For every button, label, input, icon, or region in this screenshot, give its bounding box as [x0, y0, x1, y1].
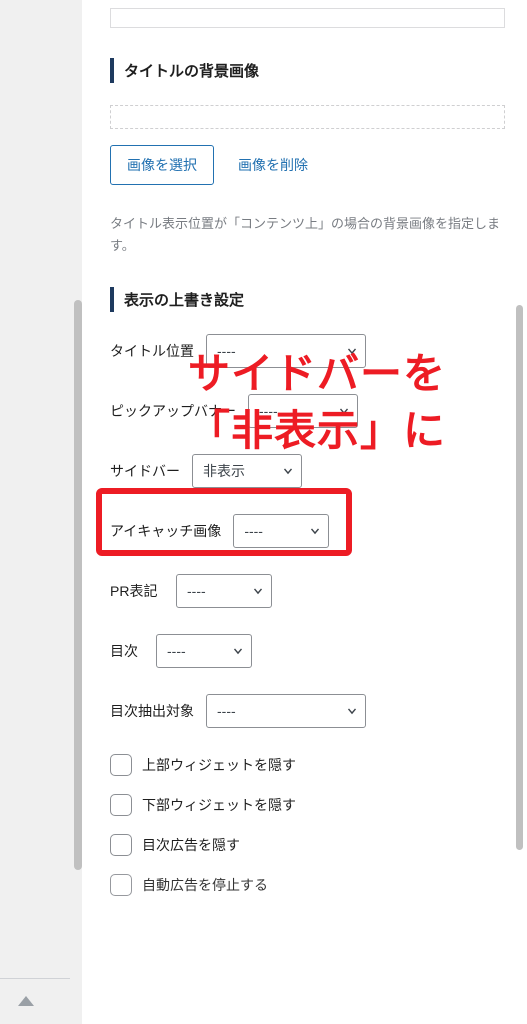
label-pickup-banner: ピックアップバナー	[110, 401, 236, 421]
checkbox-hide-top-widget[interactable]	[110, 754, 132, 776]
field-title-position: タイトル位置 ----	[110, 334, 505, 368]
label-hide-bottom-widget: 下部ウィジェットを隠す	[142, 795, 296, 815]
select-value: ----	[187, 583, 206, 599]
check-row-hide-bottom-widget: 下部ウィジェットを隠す	[110, 794, 505, 816]
chevron-down-icon	[345, 704, 359, 718]
select-toc-extract[interactable]: ----	[206, 694, 366, 728]
select-value: ----	[217, 703, 236, 719]
select-toc[interactable]: ----	[156, 634, 252, 668]
checkbox-hide-toc-ads[interactable]	[110, 834, 132, 856]
label-hide-top-widget: 上部ウィジェットを隠す	[142, 755, 296, 775]
chevron-down-icon	[251, 584, 265, 598]
field-toc-extract: 目次抽出対象 ----	[110, 694, 505, 728]
scroll-top-icon[interactable]	[18, 996, 34, 1006]
label-eyecatch: アイキャッチ画像	[110, 521, 221, 541]
chevron-down-icon	[337, 404, 351, 418]
image-upload-dropzone[interactable]	[110, 105, 505, 129]
checkbox-hide-bottom-widget[interactable]	[110, 794, 132, 816]
select-value: ----	[259, 403, 278, 419]
chevron-down-icon	[308, 524, 322, 538]
field-toc: 目次 ----	[110, 634, 505, 668]
select-pickup-banner[interactable]: ----	[248, 394, 358, 428]
label-title-position: タイトル位置	[110, 341, 194, 361]
chevron-down-icon	[231, 644, 245, 658]
select-value: ----	[244, 523, 263, 539]
chevron-down-icon	[345, 344, 359, 358]
settings-panel: タイトルの背景画像 画像を選択 画像を削除 タイトル表示位置が「コンテンツ上」の…	[82, 0, 527, 1024]
left-gutter	[0, 0, 82, 1024]
select-value: 非表示	[203, 461, 245, 481]
prev-field-placeholder[interactable]	[110, 8, 505, 28]
label-stop-auto-ads: 自動広告を停止する	[142, 875, 268, 895]
section-heading-override: 表示の上書き設定	[110, 287, 505, 312]
panel-scrollbar[interactable]	[516, 305, 523, 850]
field-pr: PR表記 ----	[110, 574, 505, 608]
label-toc: 目次	[110, 641, 144, 661]
label-hide-toc-ads: 目次広告を隠す	[142, 835, 240, 855]
label-sidebar: サイドバー	[110, 461, 180, 481]
select-sidebar[interactable]: 非表示	[192, 454, 302, 488]
check-row-stop-auto-ads: 自動広告を停止する	[110, 874, 505, 896]
select-pr[interactable]: ----	[176, 574, 272, 608]
checkbox-stop-auto-ads[interactable]	[110, 874, 132, 896]
field-sidebar: サイドバー 非表示	[110, 454, 505, 488]
section-heading-bg-image: タイトルの背景画像	[110, 58, 505, 83]
select-eyecatch[interactable]: ----	[233, 514, 329, 548]
select-title-position[interactable]: ----	[206, 334, 366, 368]
label-toc-extract: 目次抽出対象	[110, 701, 194, 721]
bg-image-description: タイトル表示位置が「コンテンツ上」の場合の背景画像を指定します。	[110, 213, 505, 257]
select-image-button[interactable]: 画像を選択	[110, 145, 214, 185]
field-pickup-banner: ピックアップバナー ----	[110, 394, 505, 428]
delete-image-link[interactable]: 画像を削除	[238, 155, 308, 175]
check-row-hide-top-widget: 上部ウィジェットを隠す	[110, 754, 505, 776]
divider	[0, 978, 70, 979]
label-pr: PR表記	[110, 581, 164, 601]
chevron-down-icon	[281, 464, 295, 478]
select-value: ----	[167, 643, 186, 659]
field-eyecatch: アイキャッチ画像 ----	[110, 514, 505, 548]
check-row-hide-toc-ads: 目次広告を隠す	[110, 834, 505, 856]
select-value: ----	[217, 343, 236, 359]
outer-scrollbar[interactable]	[74, 300, 82, 870]
